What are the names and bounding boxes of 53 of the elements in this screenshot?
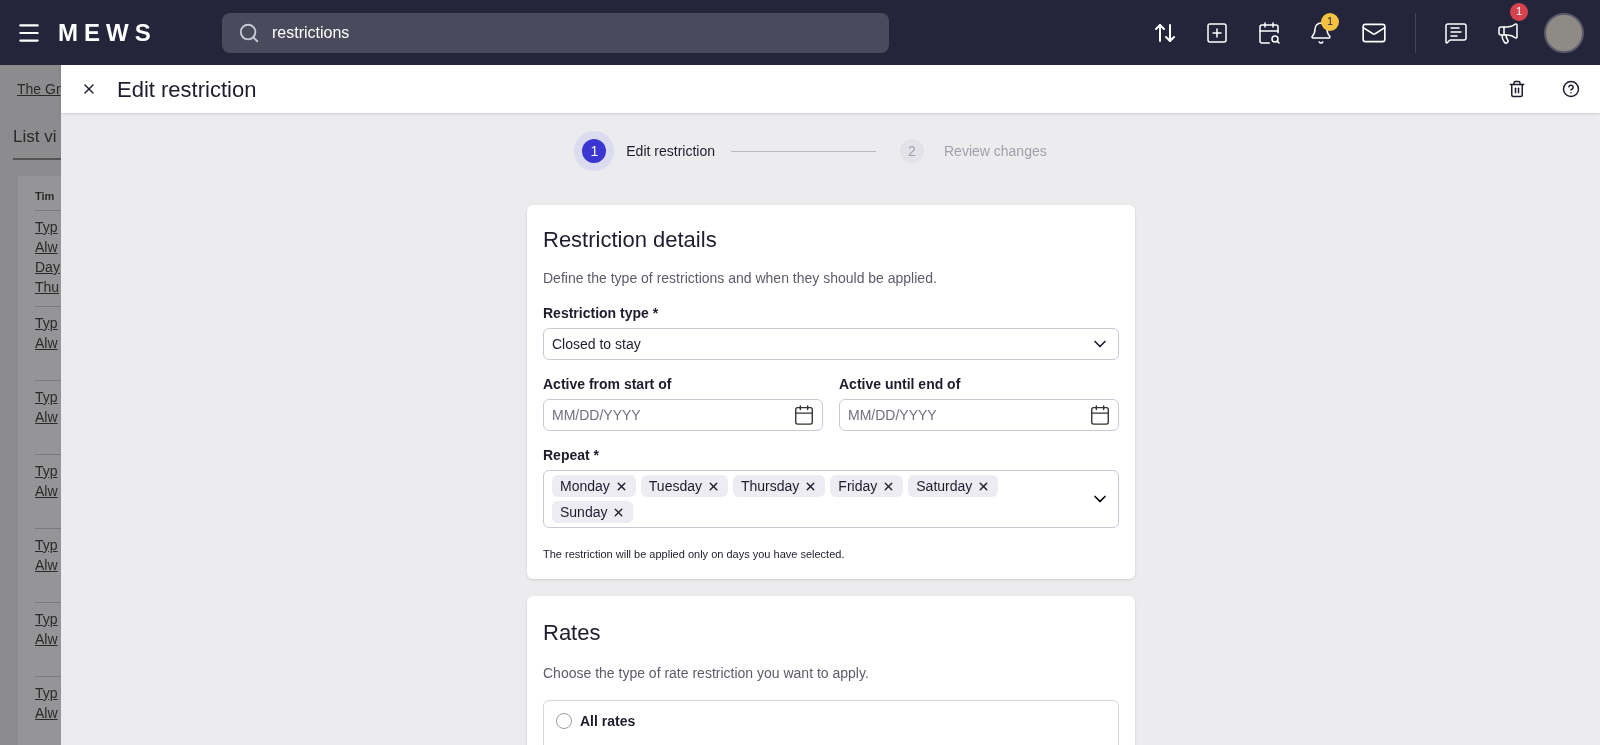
day-chip[interactable]: Sunday	[552, 501, 634, 523]
announcement-badge: 1	[1510, 2, 1528, 21]
table-cell[interactable]: Day	[35, 257, 61, 277]
view-tab[interactable]: List vi	[13, 124, 61, 160]
field-label: Restriction type *	[543, 304, 660, 323]
table-cell[interactable]: Typ	[35, 683, 61, 703]
table-cell[interactable]: Alw	[35, 481, 61, 501]
date-field[interactable]: MM/DD/YYYY	[839, 399, 1119, 431]
table-cell[interactable]: Alw	[35, 237, 61, 257]
calendar-icon[interactable]	[1089, 404, 1111, 426]
date-field[interactable]: MM/DD/YYYY	[543, 399, 823, 431]
search-field[interactable]: restrictions	[222, 12, 889, 53]
help-icon[interactable]	[1562, 80, 1580, 98]
card-title: Restriction details	[543, 226, 718, 254]
step[interactable]: 1 Edit restriction	[574, 131, 715, 171]
card-description: Choose the type of rate restriction you want to apply.	[543, 663, 870, 683]
plus-square-icon[interactable]	[1205, 20, 1229, 45]
table-cell[interactable]: Thu	[35, 277, 61, 297]
table-header: Tim	[35, 188, 56, 204]
field-label: Active until end of	[839, 375, 962, 394]
logo: MEWS	[58, 17, 158, 48]
table-cell[interactable]: Typ	[35, 535, 61, 555]
notification-badge: 1	[1321, 12, 1339, 31]
table-cell[interactable]: Typ	[35, 609, 61, 629]
day-chip[interactable]: Saturday	[908, 475, 999, 497]
restriction-type-select[interactable]: Closed to stay	[543, 328, 1119, 360]
table-cell[interactable]: Alw	[35, 703, 61, 723]
day-chip[interactable]: Friday	[830, 475, 904, 497]
card-description: Define the type of restrictions and when they should be applied.	[543, 269, 938, 288]
panel-title: Edit restriction	[117, 75, 257, 104]
table-cell[interactable]: Alw	[35, 629, 61, 649]
megaphone-icon[interactable]	[1496, 20, 1520, 45]
field-label: Active from start of	[543, 375, 673, 394]
rate-option[interactable]: All rates	[543, 699, 1119, 745]
table-cell[interactable]: Alw	[35, 407, 61, 427]
table-cell[interactable]: Typ	[35, 461, 61, 481]
field-hint: The restriction will be applied only on days you have selected.	[543, 547, 846, 562]
table-cell[interactable]: Alw	[35, 333, 61, 353]
card-title: Rates	[543, 618, 602, 647]
avatar[interactable]	[1544, 12, 1584, 53]
repeat-multiselect[interactable]: Monday Tuesday Thursday Friday Saturday Sunday	[543, 470, 1119, 528]
table-cell[interactable]: Alw	[35, 555, 61, 575]
day-chip[interactable]: Tuesday	[640, 475, 728, 497]
day-chip[interactable]: Monday	[552, 475, 636, 497]
delete-icon[interactable]	[1508, 80, 1526, 98]
table-cell[interactable]: Typ	[35, 217, 61, 237]
day-chip[interactable]: Thursday	[733, 475, 826, 497]
field-label: Repeat *	[543, 446, 601, 465]
table-cell[interactable]: Typ	[35, 313, 61, 333]
breadcrumb-link[interactable]: The Gr	[17, 79, 61, 100]
search-icon	[238, 21, 260, 44]
table-cell[interactable]: Typ	[35, 387, 61, 407]
calendar-icon[interactable]	[793, 404, 815, 426]
